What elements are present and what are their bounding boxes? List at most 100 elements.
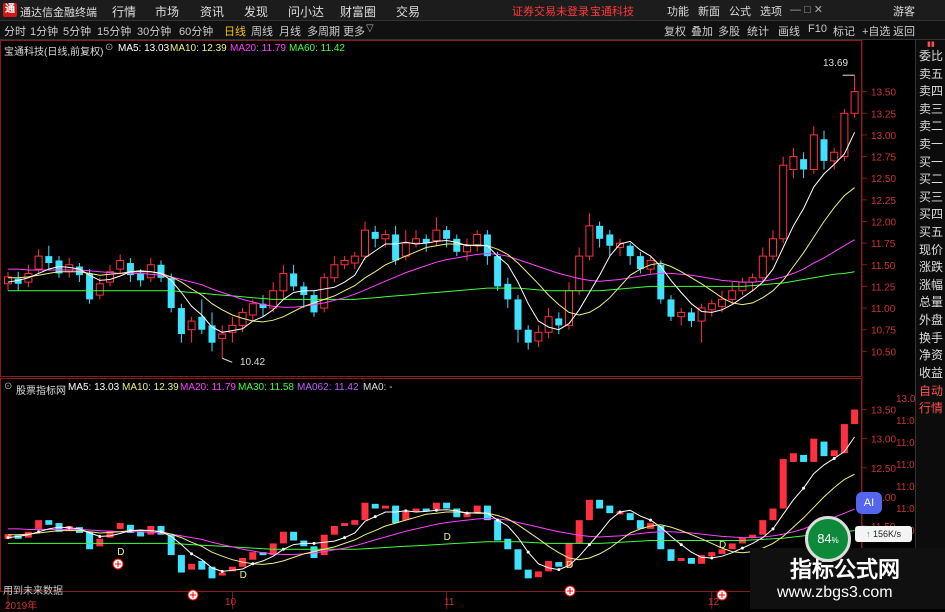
btn-duogu[interactable]: 多股 xyxy=(718,23,740,39)
candle-body-up xyxy=(381,233,390,240)
candle-body-up xyxy=(116,259,125,270)
sub-bar xyxy=(504,538,512,550)
period-15min[interactable]: 15分钟 xyxy=(97,23,131,39)
side-tab-9[interactable]: 买四 xyxy=(919,208,943,221)
side-tab-15[interactable]: 外盘 xyxy=(919,314,943,327)
menu-item-wenxiaoda[interactable]: 问小达 xyxy=(288,3,324,20)
btn-huaxian[interactable]: 画线 xyxy=(778,23,800,39)
period-fenshi[interactable]: 分时 xyxy=(4,23,26,39)
candle-body-up xyxy=(218,333,227,339)
candle-body-up xyxy=(728,290,737,300)
candle-body-up xyxy=(758,255,767,279)
sub-ma5-dot xyxy=(649,518,653,522)
speed-value: 84 xyxy=(817,531,832,546)
menu-item-hangqing[interactable]: 行情 xyxy=(112,3,136,20)
candle-body-up xyxy=(707,303,716,311)
stock-name-header: 宝通科技 xyxy=(590,6,634,18)
main-axis-label: 12.00 xyxy=(871,217,896,228)
ai-assistant-button[interactable]: AI xyxy=(856,492,882,514)
period-month[interactable]: 月线 xyxy=(279,23,301,39)
btn-zixuan[interactable]: +自选 xyxy=(862,23,890,39)
side-tab-19[interactable]: 自动 xyxy=(919,385,943,398)
menu-item-jiaoyi[interactable]: 交易 xyxy=(396,3,420,20)
side-tab-20[interactable]: 行情 xyxy=(919,402,943,415)
candle-body-down xyxy=(371,231,379,239)
sub-bar xyxy=(279,531,287,544)
menu-item-gongneng[interactable]: 功能 xyxy=(667,3,689,19)
side-tab-11[interactable]: 现价 xyxy=(919,243,943,257)
period-day[interactable]: 日线 xyxy=(224,23,246,39)
period-multi[interactable]: 多周期 xyxy=(307,23,340,39)
period-60min[interactable]: 60分钟 xyxy=(179,23,213,39)
candle-body-up xyxy=(534,331,543,342)
future-data-note: 用到未来数据 xyxy=(3,586,63,597)
menu-item-gongshi[interactable]: 公式 xyxy=(729,3,751,19)
side-tab-12[interactable]: 涨跌 xyxy=(919,261,943,274)
sub-bar xyxy=(351,520,359,525)
sub-bar xyxy=(575,520,583,544)
sub-bar xyxy=(606,505,614,514)
menu-item-xinmian[interactable]: 新面 xyxy=(698,3,720,19)
btn-biaoji[interactable]: 标记 xyxy=(833,23,855,39)
menu-item-zixun[interactable]: 资讯 xyxy=(200,3,224,20)
side-tab-7[interactable]: 买二 xyxy=(919,173,943,186)
sub-ma10-line xyxy=(8,473,855,565)
sub-ma5-dot xyxy=(67,526,71,530)
period-5min[interactable]: 5分钟 xyxy=(63,23,91,39)
sub-ma5-dot xyxy=(771,527,775,531)
btn-fuquan[interactable]: 复权 xyxy=(664,23,686,39)
side-tab-8[interactable]: 买三 xyxy=(919,190,943,204)
window-controls[interactable]: — □ ✕ xyxy=(790,3,823,16)
speed-rate-value: 156K/s xyxy=(872,529,902,539)
side-tab-5[interactable]: 卖一 xyxy=(919,138,943,151)
more-arrow-icon: ▽ xyxy=(366,23,374,34)
candle-body-down xyxy=(177,308,185,335)
side-tab-14[interactable]: 总量 xyxy=(919,296,943,309)
menu-item-caifuquan[interactable]: 财富圈 xyxy=(340,3,376,20)
kline-chart[interactable]: 13.50 13.25 13.00 12.75 12.50 12.25 12.00 11.75… xyxy=(0,40,915,609)
candle-body-up xyxy=(718,298,726,307)
side-tab-0[interactable]: 委比 xyxy=(919,50,943,63)
period-more[interactable]: 更多 xyxy=(343,23,365,39)
candle-body-up xyxy=(34,255,43,270)
candle-body-up xyxy=(350,255,359,264)
candle-body-up xyxy=(187,320,196,331)
sub-ma5-dot xyxy=(679,543,683,547)
period-week[interactable]: 周线 xyxy=(251,23,273,39)
network-speed-badge[interactable]: 84% xyxy=(805,516,851,562)
side-tab-4[interactable]: 卖二 xyxy=(919,120,943,133)
btn-tongji[interactable]: 统计 xyxy=(747,23,769,39)
candle-body-up xyxy=(779,164,788,240)
side-tab-3[interactable]: 卖三 xyxy=(919,102,943,116)
period-1min[interactable]: 1分钟 xyxy=(30,23,58,39)
side-tab-17[interactable]: 净资 xyxy=(919,349,943,362)
candle-body-down xyxy=(290,273,298,287)
sub-legend-icon[interactable]: ⊙ xyxy=(4,381,12,392)
btn-f10[interactable]: F10 xyxy=(808,23,827,35)
period-30min[interactable]: 30分钟 xyxy=(137,23,171,39)
sub-ma5-dot xyxy=(802,486,806,490)
menu-item-faxian[interactable]: 发现 xyxy=(244,3,268,20)
legend-collapse-icon[interactable]: ⊙ xyxy=(105,42,113,53)
side-tab-6[interactable]: 买一 xyxy=(919,155,943,169)
side-tab-10[interactable]: 买五 xyxy=(919,226,943,239)
side-tab-2[interactable]: 卖四 xyxy=(919,85,943,98)
menu-item-xuanxiang[interactable]: 选项 xyxy=(760,3,782,19)
menu-item-shichang[interactable]: 市场 xyxy=(155,3,179,20)
side-tab-13[interactable]: 涨幅 xyxy=(919,278,943,292)
candle-body-up xyxy=(789,156,798,171)
trade-login-status[interactable]: 证券交易未登录 xyxy=(512,3,589,19)
candle-body-down xyxy=(514,299,522,330)
side-tab-16[interactable]: 换手 xyxy=(919,331,943,345)
side-tab-1[interactable]: 卖五 xyxy=(919,67,943,81)
btn-diejia[interactable]: 叠加 xyxy=(691,23,713,39)
btn-fanhui[interactable]: 返回 xyxy=(893,23,915,39)
sub-ma5-dot xyxy=(557,568,561,572)
ma5-line xyxy=(7,132,856,333)
candle-body-down xyxy=(504,283,512,300)
app-title: 通达信金融终端 xyxy=(20,7,97,19)
sub-bar xyxy=(626,513,634,521)
guest-user[interactable]: 游客 xyxy=(893,3,915,19)
side-tab-18[interactable]: 收益 xyxy=(919,366,943,380)
candle-body-up xyxy=(473,233,482,247)
